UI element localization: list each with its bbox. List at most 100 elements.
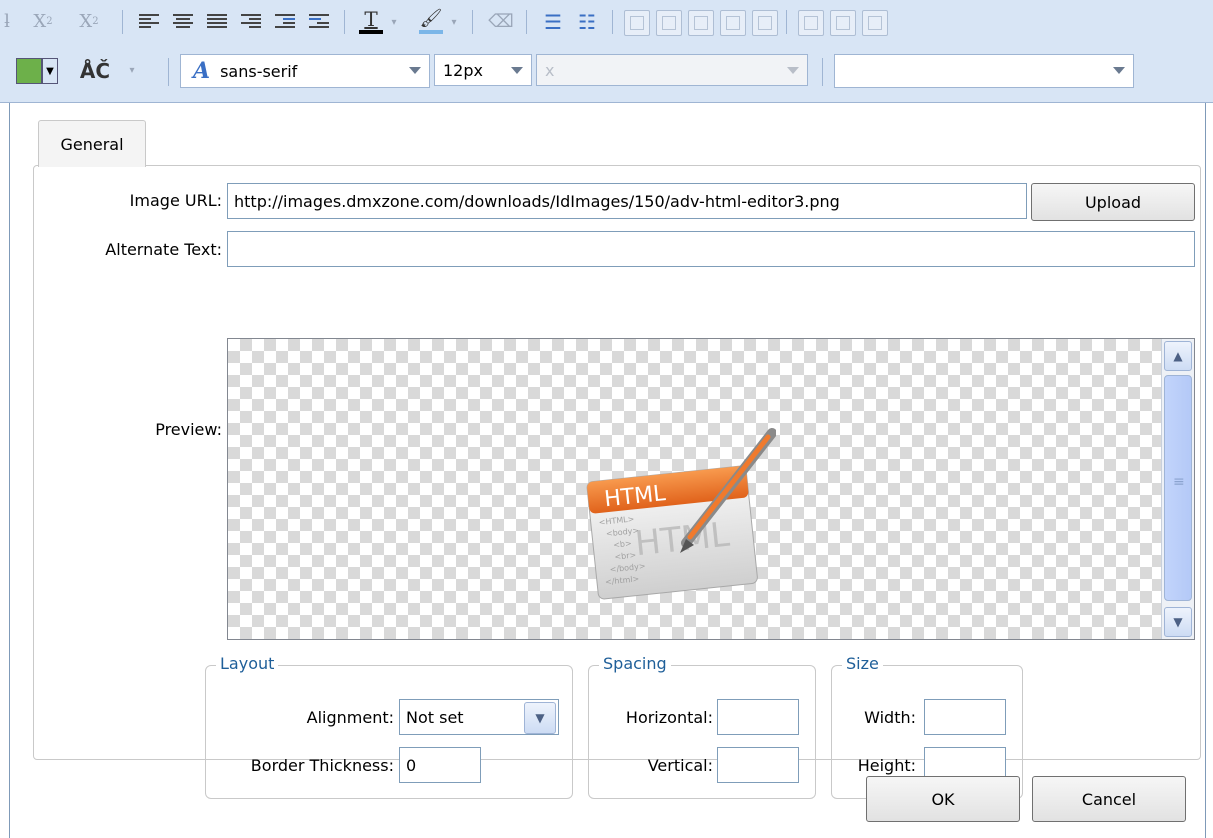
outdent-button[interactable] [306, 10, 332, 34]
size-legend: Size [842, 654, 883, 673]
outdent-icon [309, 14, 329, 30]
superscript-button[interactable]: X2 [74, 8, 104, 34]
width-input[interactable] [924, 699, 1006, 735]
toolbar-separator [472, 10, 473, 34]
horizontal-label: Horizontal: [625, 708, 713, 727]
background-color-dropdown-icon[interactable]: ▾ [448, 12, 460, 32]
toolbar-separator [526, 10, 527, 34]
text-color-button[interactable]: T [356, 6, 386, 36]
image-preview: HTML HTML <HTML> <body> <b> <br> </body>… [227, 338, 1195, 640]
background-color-button[interactable]: 🖌 [416, 6, 446, 36]
vertical-label: Vertical: [647, 756, 713, 775]
toolbar-separator [822, 58, 823, 86]
spacing-legend: Spacing [599, 654, 671, 673]
style-select[interactable] [834, 54, 1134, 88]
scroll-thumb[interactable] [1164, 375, 1192, 601]
table-delete-icon[interactable] [862, 10, 888, 36]
style-dropdown-icon [1113, 67, 1125, 74]
font-icon: A [193, 58, 211, 84]
image-url-input[interactable]: http://images.dmxzone.com/downloads/IdIm… [227, 183, 1027, 219]
subscript-digit: 2 [46, 15, 53, 27]
text-color-swatch [359, 29, 383, 34]
font-size-select[interactable]: 12px [434, 54, 532, 86]
font-family-dropdown-icon [409, 67, 421, 74]
align-left-button[interactable] [136, 10, 162, 34]
text-color-icon: T [364, 6, 378, 31]
strikethrough-icon[interactable]: ƚ [0, 8, 14, 34]
paint-bucket-icon: 🖌 [419, 7, 443, 29]
alternate-text-input[interactable] [227, 231, 1195, 267]
spellcheck-dropdown-icon[interactable]: ▾ [126, 60, 138, 80]
preview-label: Preview: [155, 420, 222, 439]
alignment-value: Not set [406, 707, 464, 727]
align-center-icon [173, 14, 193, 30]
table-insert-row-below-icon[interactable] [656, 10, 682, 36]
preview-scrollbar[interactable]: ▲ ▼ [1161, 339, 1194, 639]
toolbar-separator [612, 10, 613, 34]
insert-image-icon[interactable] [16, 58, 42, 84]
vertical-spacing-input[interactable] [717, 747, 799, 783]
indent-button[interactable] [272, 10, 298, 34]
alignment-label: Alignment: [306, 708, 394, 727]
format-dropdown-icon [787, 67, 799, 74]
superscript-digit: 2 [92, 15, 99, 27]
tab-general[interactable]: General [38, 120, 146, 167]
layout-group: Layout Alignment: Not set ▼ Border Thick… [205, 654, 573, 799]
horizontal-spacing-input[interactable] [717, 699, 799, 735]
scroll-down-icon[interactable]: ▼ [1164, 607, 1192, 637]
table-delete-column-icon[interactable] [830, 10, 856, 36]
font-family-select[interactable]: A sans-serif [180, 54, 430, 88]
subscript-button[interactable]: X2 [28, 8, 58, 34]
font-size-dropdown-icon [511, 67, 523, 74]
layout-legend: Layout [216, 654, 279, 673]
toolbar-separator [344, 10, 345, 34]
numbered-list-icon[interactable]: ☷ [574, 10, 600, 34]
align-justify-button[interactable] [204, 10, 230, 34]
table-insert-column-right-icon[interactable] [720, 10, 746, 36]
toolbar-row-fonts: ▼ ÅČ ▾ A sans-serif 12px x [0, 54, 1213, 94]
table-insert-column-left-icon[interactable] [688, 10, 714, 36]
height-label: Height: [857, 756, 916, 775]
format-value: x [545, 60, 555, 80]
background-color-swatch [419, 29, 443, 34]
table-insert-row-above-icon[interactable] [624, 10, 650, 36]
alignment-dropdown-icon: ▼ [524, 702, 556, 734]
superscript-icon: X [79, 10, 93, 32]
cancel-button[interactable]: Cancel [1032, 776, 1186, 822]
alternate-text-label: Alternate Text: [105, 240, 222, 259]
text-color-dropdown-icon[interactable]: ▾ [388, 12, 400, 32]
align-left-icon [139, 14, 159, 30]
tab-general-label: General [60, 134, 124, 154]
border-thickness-label: Border Thickness: [250, 756, 394, 775]
image-properties-dialog: General Image URL: http://images.dmxzone… [9, 103, 1206, 838]
clear-format-icon[interactable]: ⌫ [488, 8, 514, 34]
editor-toolbar: ƚ X2 X2 T ▾ 🖌 ▾ ⌫ ☰ ☷ ▼ ÅČ ▾ A sans-seri… [0, 0, 1213, 103]
svg-text:<b>: <b> [613, 539, 632, 550]
indent-icon [275, 14, 295, 30]
align-center-button[interactable] [170, 10, 196, 34]
spellcheck-button[interactable]: ÅČ [70, 56, 120, 86]
alignment-select[interactable]: Not set ▼ [399, 699, 559, 735]
toolbar-separator [122, 10, 123, 34]
upload-button[interactable]: Upload [1031, 183, 1195, 221]
general-panel: Image URL: http://images.dmxzone.com/dow… [33, 165, 1201, 799]
align-justify-icon [207, 14, 227, 30]
scroll-up-icon[interactable]: ▲ [1164, 341, 1192, 371]
subscript-icon: X [33, 10, 47, 32]
border-thickness-input[interactable]: 0 [399, 747, 481, 783]
align-right-button[interactable] [238, 10, 264, 34]
image-url-label: Image URL: [129, 191, 222, 210]
toolbar-row-formatting: ƚ X2 X2 T ▾ 🖌 ▾ ⌫ ☰ ☷ [0, 0, 1213, 44]
font-size-value: 12px [443, 60, 483, 80]
font-family-value: sans-serif [220, 61, 298, 81]
align-right-icon [241, 14, 261, 30]
bullet-list-icon[interactable]: ☰ [540, 10, 566, 34]
width-label: Width: [864, 708, 916, 727]
ok-button[interactable]: OK [866, 776, 1020, 822]
spacing-group: Spacing Horizontal: Vertical: [588, 654, 816, 799]
table-delete-row-icon[interactable] [798, 10, 824, 36]
insert-image-dropdown-icon[interactable]: ▼ [42, 58, 58, 84]
table-merge-cells-icon[interactable] [752, 10, 778, 36]
html-editor-logo-image: HTML HTML <HTML> <body> <b> <br> </body>… [586, 428, 776, 600]
toolbar-separator [168, 58, 169, 86]
